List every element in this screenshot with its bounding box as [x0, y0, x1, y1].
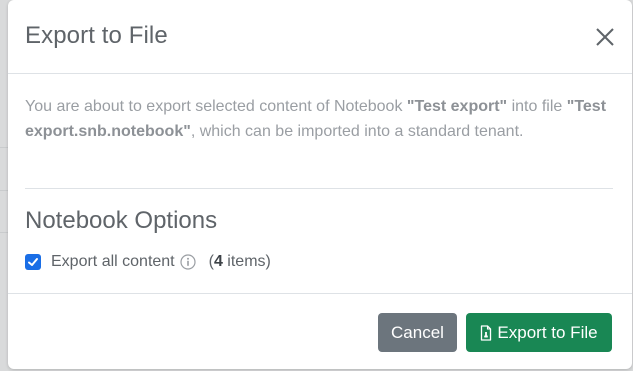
notebook-options-title: Notebook Options — [25, 207, 218, 234]
notebook-name: "Test export" — [406, 98, 508, 115]
export-all-label[interactable]: Export all content — [51, 253, 175, 271]
section-divider — [25, 188, 613, 189]
description-prefix: You are about to export selected content… — [25, 98, 407, 115]
file-export-icon — [481, 324, 492, 341]
export-all-option: Export all content (4 items) — [25, 251, 271, 273]
background-divider — [0, 232, 8, 233]
export-button-label: Export to File — [497, 322, 598, 342]
checkmark-icon — [28, 258, 38, 266]
export-to-file-button[interactable]: Export to File — [466, 313, 612, 352]
export-description: You are about to export selected content… — [25, 94, 610, 144]
description-suffix: , which can be imported into a standard … — [190, 123, 524, 140]
description-middle: into file — [507, 98, 567, 115]
cancel-button-label: Cancel — [391, 322, 444, 342]
export-dialog: Export to File You are about to export s… — [8, 0, 632, 369]
info-icon[interactable] — [180, 254, 196, 270]
background-divider — [0, 147, 8, 148]
close-icon — [596, 28, 614, 46]
item-count-suffix: items) — [222, 253, 271, 270]
export-all-checkbox[interactable] — [25, 254, 41, 270]
cancel-button[interactable]: Cancel — [378, 313, 457, 352]
item-count: (4 items) — [209, 253, 271, 271]
background-divider — [0, 190, 8, 191]
dialog-header: Export to File — [8, 0, 632, 74]
item-count-value: 4 — [213, 253, 223, 270]
dialog-title: Export to File — [25, 22, 168, 49]
dialog-footer: Cancel Export to File — [8, 293, 632, 369]
close-button[interactable] — [595, 27, 615, 47]
dialog-body: You are about to export selected content… — [8, 74, 632, 293]
